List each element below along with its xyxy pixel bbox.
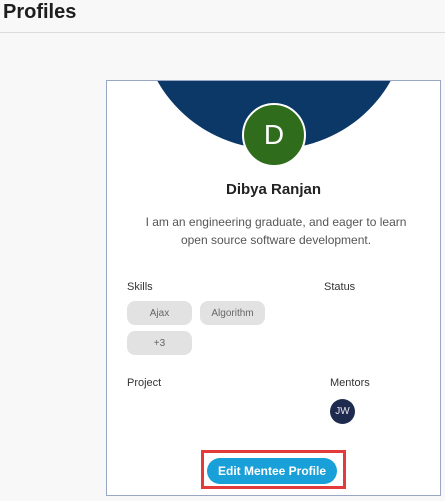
skill-chip-ajax[interactable]: Ajax bbox=[127, 301, 192, 325]
skill-chip-more[interactable]: +3 bbox=[127, 331, 192, 355]
profile-card: D Dibya Ranjan I am an engineering gradu… bbox=[106, 80, 441, 496]
page-title: Profiles bbox=[3, 1, 77, 23]
title-divider bbox=[0, 32, 445, 33]
profile-name: Dibya Ranjan bbox=[225, 181, 322, 198]
skills-label: Skills bbox=[127, 281, 153, 293]
mentor-avatar[interactable]: JW bbox=[330, 399, 355, 424]
avatar: D bbox=[242, 103, 306, 167]
profile-bio: I am an engineering graduate, and eager … bbox=[145, 215, 407, 247]
edit-button-highlight bbox=[201, 450, 346, 489]
mentors-label: Mentors bbox=[330, 377, 370, 389]
project-label: Project bbox=[127, 377, 162, 389]
skill-chip-algorithm[interactable]: Algorithm bbox=[200, 301, 265, 325]
status-label: Status bbox=[324, 281, 356, 293]
